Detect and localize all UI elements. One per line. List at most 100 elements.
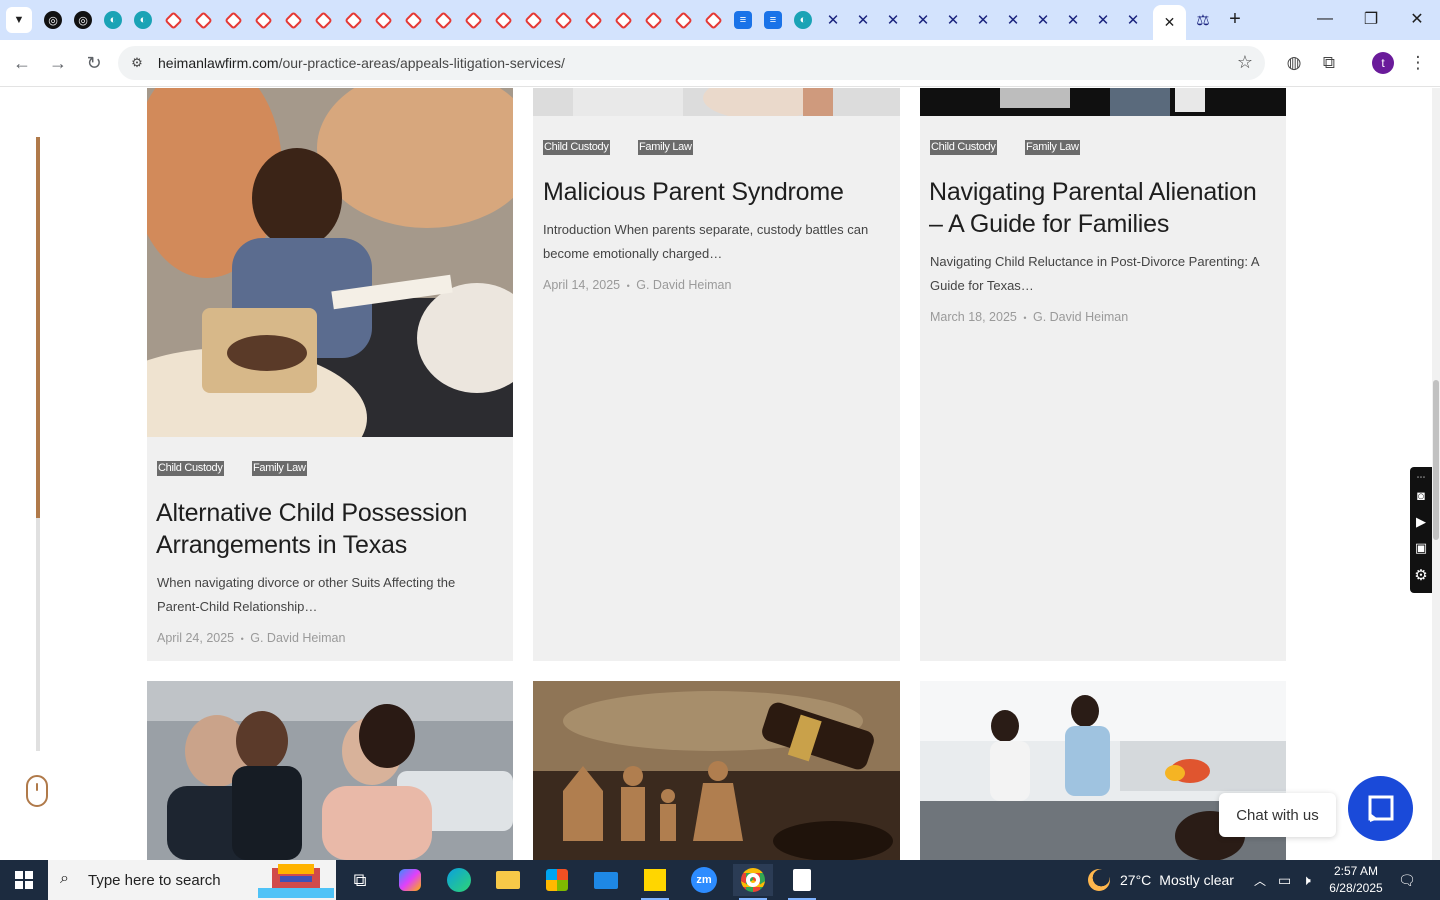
tab-favicon-icon[interactable]: ✕: [944, 11, 962, 29]
chat-button[interactable]: [1348, 776, 1413, 841]
article-title[interactable]: Malicious Parent Syndrome: [543, 176, 888, 208]
article-image[interactable]: [533, 88, 900, 116]
tab-diamond-icon[interactable]: [164, 11, 183, 30]
tab-diamond-icon[interactable]: [464, 11, 483, 30]
tag-family-law[interactable]: Family Law: [252, 461, 307, 476]
tab-diamond-icon[interactable]: [224, 11, 243, 30]
window-close-button[interactable]: ✕: [1406, 8, 1428, 30]
article-card[interactable]: Child Custody Family Law Malicious Paren…: [533, 88, 900, 661]
network-icon[interactable]: ▭: [1278, 860, 1291, 900]
tab-favicon-icon[interactable]: ◐: [104, 11, 122, 29]
taskbar-search[interactable]: ⌕ Type here to search: [48, 860, 336, 900]
tab-diamond-icon[interactable]: [404, 11, 423, 30]
reload-button[interactable]: ↻: [82, 51, 106, 75]
article-image[interactable]: [920, 88, 1286, 116]
tab-favicon-icon[interactable]: ◎: [44, 11, 62, 29]
tab-favicon-icon[interactable]: ✕: [1064, 11, 1082, 29]
tab-document-icon[interactable]: ≡: [764, 11, 782, 29]
tab-diamond-icon[interactable]: [644, 11, 663, 30]
tab-favicon-icon[interactable]: ✕: [854, 11, 872, 29]
zoom-icon[interactable]: zm: [684, 864, 724, 896]
chat-label[interactable]: Chat with us: [1219, 793, 1336, 837]
star-icon[interactable]: ☆: [1237, 52, 1253, 73]
notifications-icon[interactable]: 🗨: [1398, 860, 1416, 900]
article-image[interactable]: [147, 88, 513, 437]
tab-favicon-icon[interactable]: ✕: [1004, 11, 1022, 29]
gear-icon[interactable]: ⚙: [1413, 567, 1429, 584]
edge-browser-icon[interactable]: [439, 864, 479, 896]
tab-diamond-icon[interactable]: [344, 11, 363, 30]
tab-favicon-icon[interactable]: ✕: [914, 11, 932, 29]
tab-diamond-icon[interactable]: [434, 11, 453, 30]
article-card[interactable]: [533, 681, 900, 860]
article-author[interactable]: G. David Heiman: [636, 278, 731, 292]
minimize-button[interactable]: —: [1314, 8, 1336, 30]
tab-document-icon[interactable]: ≡: [734, 11, 752, 29]
scrollbar-thumb[interactable]: [1433, 380, 1439, 540]
page-scrollbar[interactable]: [1432, 88, 1440, 860]
tab-diamond-icon[interactable]: [524, 11, 543, 30]
tab-diamond-icon[interactable]: [584, 11, 603, 30]
tab-search-button[interactable]: ▼: [6, 7, 32, 33]
maximize-button[interactable]: ❐: [1360, 8, 1382, 30]
close-icon[interactable]: ✕: [1164, 14, 1176, 31]
notepad-icon[interactable]: [782, 864, 822, 900]
profile-avatar[interactable]: t: [1372, 52, 1394, 74]
microsoft-store-icon[interactable]: [537, 864, 577, 896]
system-clock[interactable]: 2:57 AM 6/28/2025: [1326, 863, 1386, 897]
window-capture-icon[interactable]: ▣: [1413, 540, 1429, 556]
article-card[interactable]: Child Custody Family Law Navigating Pare…: [920, 88, 1286, 661]
tab-diamond-icon[interactable]: [254, 11, 273, 30]
tab-favicon-icon[interactable]: ✕: [824, 11, 842, 29]
tab-diamond-icon[interactable]: [674, 11, 693, 30]
tab-diamond-icon[interactable]: [314, 11, 333, 30]
active-tab[interactable]: ✕: [1153, 5, 1186, 40]
copilot-icon[interactable]: [390, 864, 430, 896]
tab-diamond-icon[interactable]: [614, 11, 633, 30]
tab-favicon-icon[interactable]: ✕: [1124, 11, 1142, 29]
tab-favicon-icon[interactable]: ◐: [134, 11, 152, 29]
back-button[interactable]: ←: [10, 51, 34, 75]
volume-icon[interactable]: 🕨: [1302, 860, 1311, 900]
translate-extension-icon[interactable]: ◍: [1282, 51, 1306, 75]
tab-diamond-icon[interactable]: [194, 11, 213, 30]
tag-family-law[interactable]: Family Law: [638, 140, 693, 155]
tab-favicon-icon[interactable]: ◐: [794, 11, 812, 29]
article-card[interactable]: [147, 681, 513, 860]
file-explorer-icon[interactable]: [488, 864, 528, 896]
tab-favicon-icon[interactable]: ✕: [1094, 11, 1112, 29]
url-text[interactable]: heimanlawfirm.com/our-practice-areas/app…: [158, 55, 565, 71]
tab-scales-icon[interactable]: ⚖: [1194, 11, 1212, 29]
tab-diamond-icon[interactable]: [554, 11, 573, 30]
camera-icon[interactable]: ◙: [1413, 487, 1429, 503]
mail-icon[interactable]: [586, 864, 626, 896]
article-author[interactable]: G. David Heiman: [250, 631, 345, 645]
tab-diamond-icon[interactable]: [284, 11, 303, 30]
tag-family-law[interactable]: Family Law: [1025, 140, 1080, 155]
article-title[interactable]: Alternative Child Possession Arrangement…: [156, 497, 501, 561]
link-icon[interactable]: ⋯: [1413, 469, 1429, 485]
tune-icon[interactable]: ⚙: [128, 54, 146, 72]
video-camera-icon[interactable]: ▶: [1413, 514, 1429, 530]
chevron-up-icon[interactable]: ︿: [1254, 860, 1266, 900]
task-view-icon[interactable]: ⧉: [340, 864, 380, 896]
tab-diamond-icon[interactable]: [494, 11, 513, 30]
address-bar[interactable]: ⚙ heimanlawfirm.com/our-practice-areas/a…: [118, 46, 1265, 80]
tab-diamond-icon[interactable]: [704, 11, 723, 30]
tab-favicon-icon[interactable]: ✕: [1034, 11, 1052, 29]
tab-favicon-icon[interactable]: ✕: [884, 11, 902, 29]
sticky-notes-icon[interactable]: [635, 864, 675, 900]
tab-favicon-icon[interactable]: ✕: [974, 11, 992, 29]
article-author[interactable]: G. David Heiman: [1033, 310, 1128, 324]
tag-child-custody[interactable]: Child Custody: [543, 140, 610, 155]
kebab-menu-icon[interactable]: ⋮: [1406, 51, 1430, 75]
article-title[interactable]: Navigating Parental Alienation – A Guide…: [929, 176, 1274, 240]
start-button[interactable]: [0, 860, 48, 900]
weather-widget[interactable]: 27°C Mostly clear: [1088, 860, 1234, 900]
puzzle-icon[interactable]: ⧉: [1317, 51, 1341, 75]
tab-favicon-icon[interactable]: ◎: [74, 11, 92, 29]
chrome-icon[interactable]: [733, 864, 773, 900]
article-card[interactable]: Child Custody Family Law Alternative Chi…: [147, 88, 513, 661]
tag-child-custody[interactable]: Child Custody: [157, 461, 224, 476]
tag-child-custody[interactable]: Child Custody: [930, 140, 997, 155]
